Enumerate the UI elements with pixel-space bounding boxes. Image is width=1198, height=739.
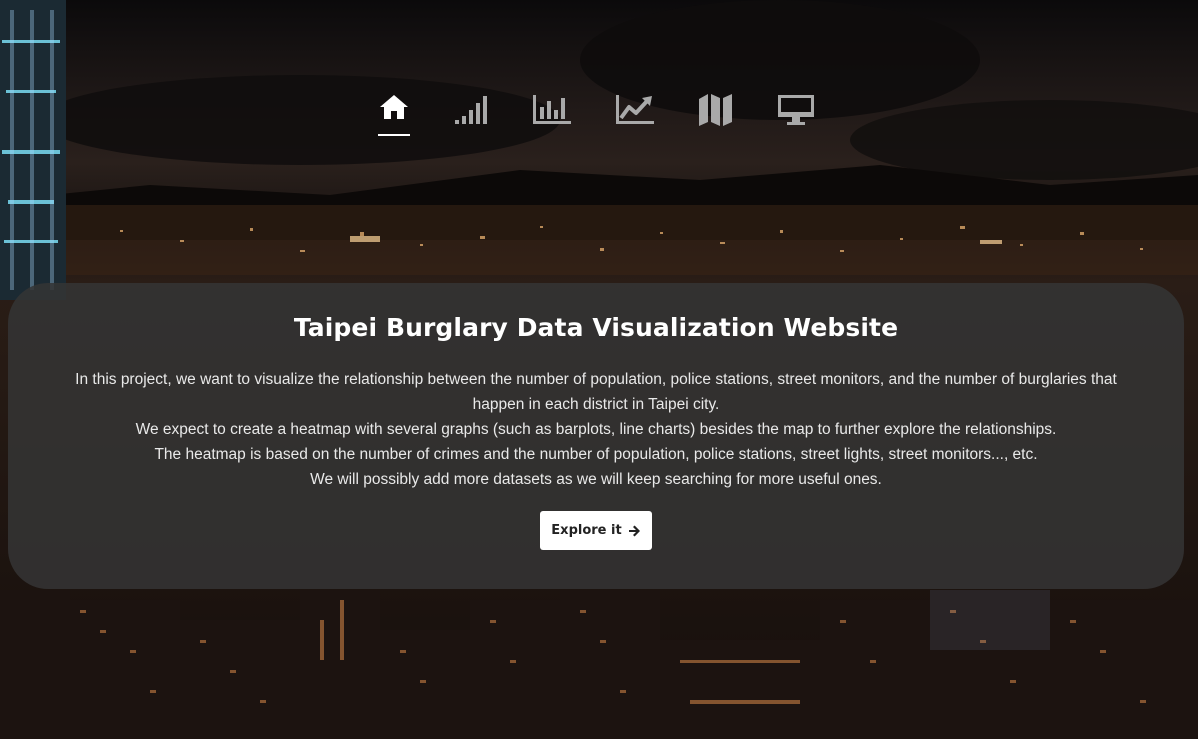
bar-chart-icon [533, 95, 571, 124]
nav-signal[interactable] [449, 92, 493, 138]
description-paragraph-1: In this project, we want to visualize th… [75, 371, 1117, 413]
desktop-icon [778, 95, 814, 125]
nav-desktop[interactable] [774, 92, 818, 138]
signal-bars-icon [455, 96, 487, 124]
description-paragraph-3: The heatmap is based on the number of cr… [154, 446, 1038, 463]
explore-button[interactable]: Explore it [540, 511, 652, 550]
page-title: Taipei Burglary Data Visualization Websi… [293, 313, 899, 342]
top-nav [0, 92, 1198, 142]
description-paragraph-2: We expect to create a heatmap with sever… [135, 421, 1057, 438]
hero-card: Taipei Burglary Data Visualization Websi… [8, 283, 1184, 589]
nav-line-chart[interactable] [613, 92, 657, 138]
description-paragraph-4: We will possibly add more datasets as we… [310, 471, 882, 488]
nav-home[interactable] [372, 92, 416, 138]
page: Taipei Burglary Data Visualization Websi… [0, 0, 1198, 739]
nav-bar-chart[interactable] [530, 92, 574, 138]
arrow-right-icon [628, 525, 640, 536]
hero-description: In this project, we want to visualize th… [68, 367, 1124, 492]
line-chart-icon [616, 95, 654, 124]
home-icon [380, 95, 408, 119]
map-icon [699, 94, 732, 126]
nav-map[interactable] [694, 92, 738, 138]
explore-button-label: Explore it [551, 523, 622, 538]
